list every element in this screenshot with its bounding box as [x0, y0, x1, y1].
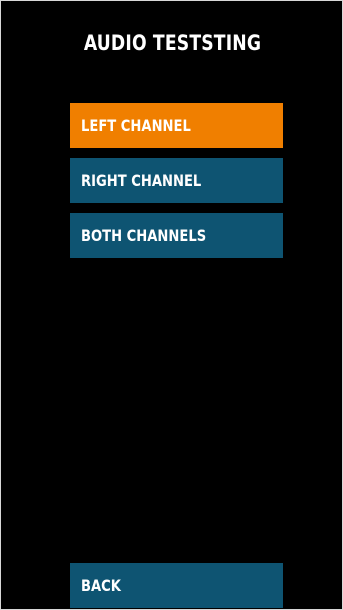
- back-label: BACK: [81, 576, 121, 595]
- audio-test-menu: LEFT CHANNEL RIGHT CHANNEL BOTH CHANNELS: [70, 103, 283, 268]
- both-channels-button[interactable]: BOTH CHANNELS: [70, 213, 283, 258]
- app-screen: AUDIO TESTSTING LEFT CHANNEL RIGHT CHANN…: [0, 0, 343, 610]
- right-channel-button[interactable]: RIGHT CHANNEL: [70, 158, 283, 203]
- right-channel-label: RIGHT CHANNEL: [81, 171, 202, 190]
- left-channel-label: LEFT CHANNEL: [81, 116, 191, 135]
- back-button[interactable]: BACK: [70, 563, 283, 608]
- left-channel-button[interactable]: LEFT CHANNEL: [70, 103, 283, 148]
- both-channels-label: BOTH CHANNELS: [81, 226, 207, 245]
- screen-title: AUDIO TESTSTING: [83, 31, 262, 55]
